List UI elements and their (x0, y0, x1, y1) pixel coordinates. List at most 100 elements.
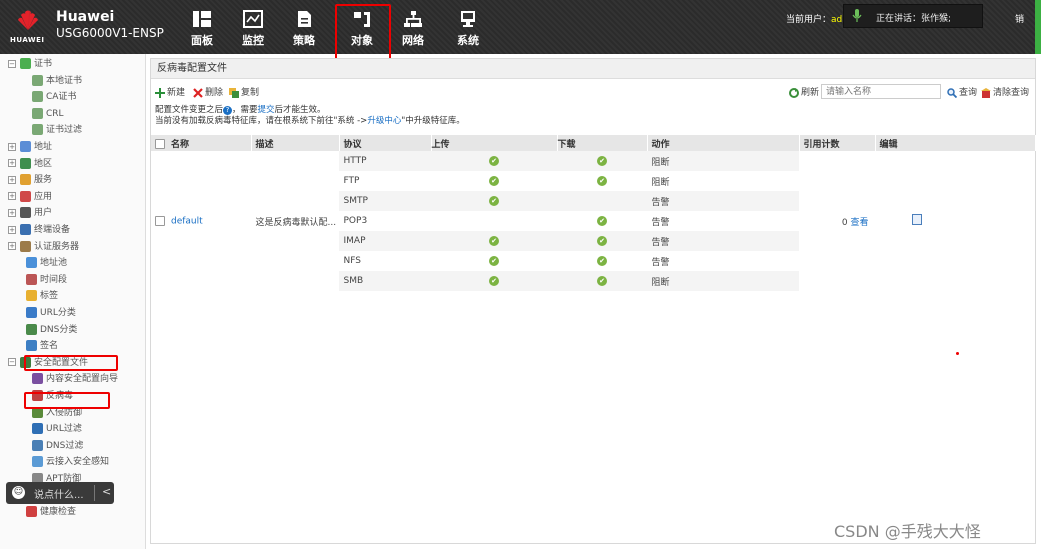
microphone-icon (852, 9, 862, 22)
help-icon[interactable]: ? (223, 106, 233, 115)
nav-policy[interactable]: 策略 (282, 10, 326, 50)
nav-monitor[interactable]: 监控 (231, 10, 275, 50)
table-body: default 这是反病毒默认配... HTTP ✔ ✔ 阻断 0 查看 FTP ✔ ✔ 阻断 SMT… (151, 151, 1035, 291)
sidebar-item-user[interactable]: + 用户 (8, 205, 52, 221)
nav-dashboard[interactable]: 面板 (180, 10, 224, 50)
upgrade-center-link[interactable]: 升级中心 (367, 116, 401, 126)
nav-monitor-label: 监控 (242, 34, 264, 47)
upload-cell (431, 211, 557, 231)
sidebar-item-signature[interactable]: 签名 (26, 338, 58, 354)
copy-button[interactable]: 复制 (229, 85, 259, 98)
delete-button[interactable]: 删除 (193, 85, 223, 98)
action-cell: 阻断 (647, 151, 799, 171)
sidebar-item-certificate[interactable]: − 证书 (8, 56, 52, 72)
expand-icon[interactable]: + (8, 159, 16, 168)
sidebar-item-region[interactable]: + 地区 (8, 156, 52, 172)
profile-name-cell[interactable]: default (151, 151, 251, 291)
clear-query-button[interactable]: 清除查询 (981, 85, 1029, 98)
chat-input-placeholder[interactable]: 说点什么... (34, 486, 84, 501)
row-checkbox[interactable] (155, 215, 165, 226)
expand-icon[interactable]: + (8, 192, 16, 201)
sidebar-item-certificate-filter[interactable]: 证书过滤 (32, 122, 82, 138)
edit-icon[interactable] (911, 214, 922, 225)
action-cell: 阻断 (647, 271, 799, 291)
action-cell: 告警 (647, 191, 799, 211)
refresh-button-label: 刷新 (801, 88, 820, 98)
sidebar-item-cloud-access-awareness[interactable]: 云接入安全感知 (32, 454, 109, 470)
sidebar-item-local-certificate[interactable]: 本地证书 (32, 73, 82, 89)
policy-icon (298, 11, 311, 27)
edit-cell (875, 151, 1035, 291)
network-icon (404, 11, 422, 27)
column-header-action: 动作 (647, 135, 800, 151)
sidebar-item-label: 应用 (34, 191, 53, 202)
sidebar-item-tag[interactable]: 标签 (26, 288, 58, 304)
query-button[interactable]: 查询 (947, 85, 977, 98)
collapse-icon[interactable]: − (8, 59, 16, 68)
protocol-cell: HTTP (339, 151, 431, 171)
url-filter-icon (32, 423, 43, 435)
current-user-label: 当前用户： (786, 15, 832, 25)
new-button[interactable]: 新建 (155, 85, 185, 98)
sidebar-item-url-filter[interactable]: URL过滤 (32, 421, 82, 437)
smiley-icon[interactable]: ☺ (12, 486, 25, 499)
sidebar-item-label: 时间段 (40, 274, 68, 285)
sidebar-item-dns-category[interactable]: DNS分类 (26, 322, 77, 338)
sidebar-item-crl[interactable]: CRL (32, 106, 64, 122)
expand-icon[interactable]: + (8, 242, 16, 251)
select-all-checkbox[interactable] (155, 139, 165, 149)
plus-icon (155, 87, 165, 98)
sidebar-item-application[interactable]: + 应用 (8, 189, 52, 205)
sidebar-item-ca-certificate[interactable]: CA证书 (32, 89, 76, 105)
refresh-icon (789, 87, 799, 98)
sidebar-item-auth-server[interactable]: + 认证服务器 (8, 239, 79, 255)
sidebar-item-dns-filter[interactable]: DNS过滤 (32, 438, 83, 454)
expand-icon[interactable]: + (8, 142, 16, 151)
sidebar-item-health-check[interactable]: 健康检查 (26, 504, 76, 520)
chat-widget[interactable]: ☺ 说点什么... < (6, 482, 114, 504)
nav-network[interactable]: 网络 (391, 10, 435, 50)
view-link[interactable]: 查看 (850, 218, 868, 228)
submit-link[interactable]: 提交 (258, 105, 275, 115)
content-security-wizard-icon (32, 373, 43, 385)
sidebar-item-label: 入侵防御 (46, 407, 83, 418)
local-certificate-icon (32, 74, 43, 86)
top-header: HUAWEI Huawei USG6000V1-ENSP 面板 监控 策略 对象… (0, 0, 1041, 60)
ref-count-value: 0 (841, 217, 848, 228)
check-circle-icon: ✔ (489, 276, 499, 286)
sidebar-item-address[interactable]: + 地址 (8, 139, 52, 155)
profile-name-link[interactable]: default (171, 216, 203, 226)
collapse-arrow-icon[interactable]: < (102, 485, 111, 498)
nav-policy-label: 策略 (293, 34, 315, 47)
health-check-icon (26, 506, 37, 518)
sidebar-item-service[interactable]: + 服务 (8, 172, 52, 188)
page-title: 反病毒配置文件 (151, 59, 1035, 79)
sidebar-item-content-security-wizard[interactable]: 内容安全配置向导 (32, 371, 118, 387)
nav-dashboard-label: 面板 (191, 34, 213, 47)
notice-text-1a: 配置文件变更之后 (155, 105, 224, 115)
column-header-name[interactable]: 名称 (151, 135, 252, 151)
expand-icon[interactable]: + (8, 225, 16, 234)
column-header-ref-count: 引用计数 (799, 135, 876, 151)
nav-system[interactable]: 系统 (446, 10, 490, 50)
sidebar-item-label: CA证书 (46, 92, 77, 103)
upload-cell: ✔ (431, 151, 557, 171)
sidebar-item-url-category[interactable]: URL分类 (26, 305, 76, 321)
collapse-icon[interactable]: − (8, 358, 16, 367)
refresh-button[interactable]: 刷新 (789, 85, 819, 98)
sidebar-item-label: 标签 (40, 291, 59, 302)
nav-object-highlight-box (335, 4, 391, 60)
tag-icon (26, 290, 37, 302)
action-cell: 告警 (647, 251, 799, 271)
download-cell: ✔ (557, 211, 647, 231)
time-range-icon (26, 273, 37, 285)
expand-icon[interactable]: + (8, 208, 16, 217)
sidebar-item-terminal-device[interactable]: + 终端设备 (8, 222, 70, 238)
expand-icon[interactable]: + (8, 175, 16, 184)
search-input[interactable] (821, 84, 941, 99)
sidebar-item-label: 地址池 (40, 258, 68, 269)
product-model: USG6000V1-ENSP (56, 26, 164, 40)
sidebar-item-address-pool[interactable]: 地址池 (26, 255, 67, 271)
logout-link[interactable]: 销 (1015, 12, 1024, 25)
sidebar-item-time-range[interactable]: 时间段 (26, 272, 67, 288)
